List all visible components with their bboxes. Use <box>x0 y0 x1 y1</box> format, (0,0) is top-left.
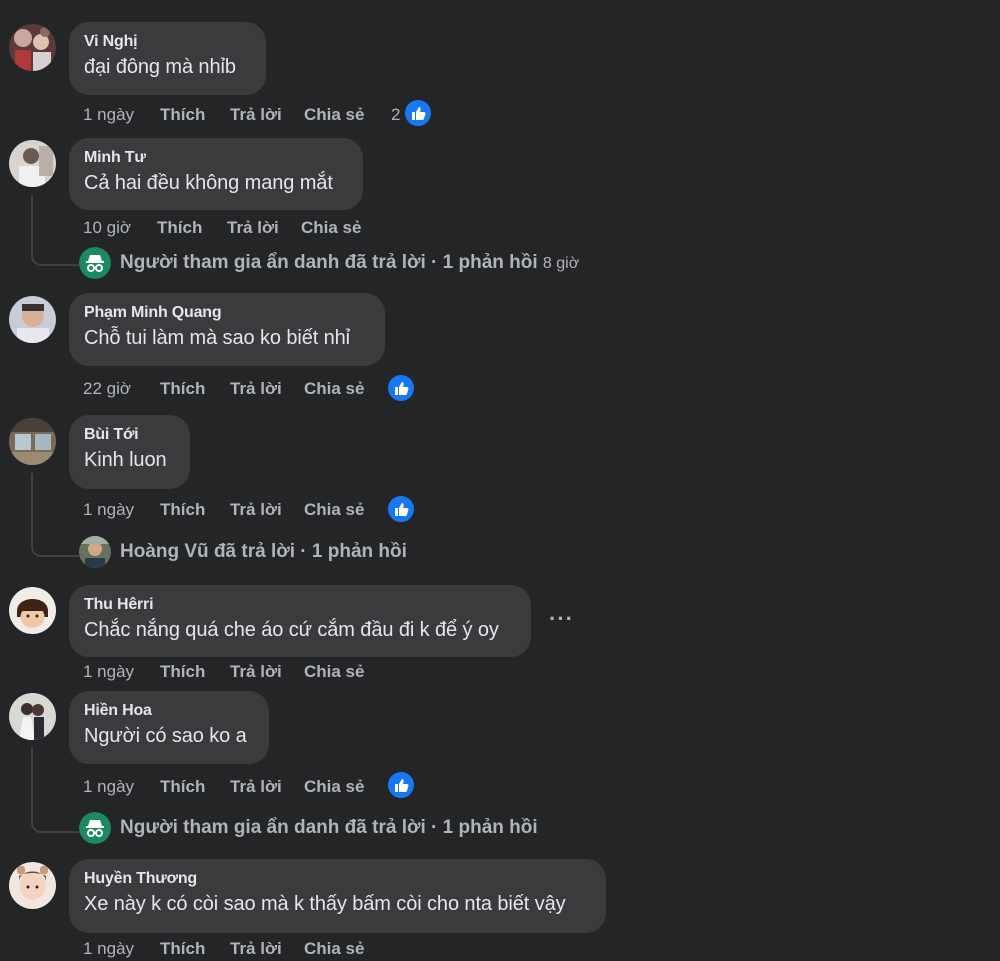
thread-connector <box>31 748 79 833</box>
comment-bubble: Hiền Hoa Người có sao ko a <box>69 691 269 764</box>
comment-author[interactable]: Huyền Thương <box>84 870 197 888</box>
incognito-icon <box>79 812 111 844</box>
reply-button[interactable]: Trả lời <box>230 662 282 682</box>
reaction-count[interactable]: 2 <box>391 105 400 125</box>
comment-text: Chỗ tui làm mà sao ko biết nhỉ <box>84 327 351 349</box>
comment-author[interactable]: Vi Nghị <box>84 33 138 51</box>
comment-time[interactable]: 1 ngày <box>83 105 134 125</box>
like-reaction-icon[interactable] <box>386 770 416 800</box>
reply-button[interactable]: Trả lời <box>230 500 282 520</box>
comment-text: Cả hai đều không mang mắt <box>84 172 333 194</box>
replies-summary[interactable]: Người tham gia ẩn danh đã trả lời · 1 ph… <box>120 252 579 274</box>
comment-time[interactable]: 1 ngày <box>83 777 134 797</box>
like-button[interactable]: Thích <box>160 379 205 399</box>
avatar[interactable] <box>9 693 56 740</box>
comment-time[interactable]: 1 ngày <box>83 500 134 520</box>
more-options-icon[interactable]: ··· <box>549 606 574 632</box>
replies-summary[interactable]: Hoàng Vũ đã trả lời · 1 phản hồi <box>120 541 407 563</box>
comment-text: Kinh luon <box>84 449 167 471</box>
reply-button[interactable]: Trả lời <box>230 777 282 797</box>
comment-list: Vi Nghị đại đông mà nhỉb 1 ngày Thích Tr… <box>0 0 1000 961</box>
avatar[interactable] <box>9 24 56 71</box>
comment-bubble: Vi Nghị đại đông mà nhỉb <box>69 22 266 95</box>
reply-button[interactable]: Trả lời <box>227 218 279 238</box>
comment-text: đại đông mà nhỉb <box>84 56 236 78</box>
incognito-icon <box>79 247 111 279</box>
reply-button[interactable]: Trả lời <box>230 105 282 125</box>
comment-author[interactable]: Hiền Hoa <box>84 702 152 720</box>
like-button[interactable]: Thích <box>160 662 205 682</box>
like-button[interactable]: Thích <box>157 218 202 238</box>
share-button[interactable]: Chia sẻ <box>301 218 361 238</box>
share-button[interactable]: Chia sẻ <box>304 500 364 520</box>
comment-text: Người có sao ko a <box>84 725 247 747</box>
comment-time[interactable]: 22 giờ <box>83 379 131 399</box>
reply-button[interactable]: Trả lời <box>230 939 282 959</box>
comment-bubble: Bùi Tới Kinh luon <box>69 415 190 489</box>
comment-time[interactable]: 1 ngày <box>83 939 134 959</box>
avatar[interactable] <box>9 296 56 343</box>
comment-time[interactable]: 1 ngày <box>83 662 134 682</box>
comment-author[interactable]: Bùi Tới <box>84 426 139 444</box>
comment-author[interactable]: Phạm Minh Quang <box>84 304 222 322</box>
avatar[interactable] <box>9 140 56 187</box>
comment-author[interactable]: Thu Hêrri <box>84 596 154 614</box>
like-button[interactable]: Thích <box>160 939 205 959</box>
reply-time[interactable]: 8 giờ <box>543 255 579 272</box>
comment-text: Xe này k có còi sao mà k thấy bấm còi ch… <box>84 893 566 915</box>
thread-connector <box>31 196 79 266</box>
like-button[interactable]: Thích <box>160 105 205 125</box>
like-reaction-icon[interactable] <box>403 98 433 128</box>
share-button[interactable]: Chia sẻ <box>304 662 364 682</box>
share-button[interactable]: Chia sẻ <box>304 379 364 399</box>
avatar[interactable] <box>9 862 56 909</box>
avatar[interactable] <box>9 587 56 634</box>
share-button[interactable]: Chia sẻ <box>304 777 364 797</box>
comment-bubble: Phạm Minh Quang Chỗ tui làm mà sao ko bi… <box>69 293 385 366</box>
like-button[interactable]: Thích <box>160 777 205 797</box>
like-reaction-icon[interactable] <box>386 373 416 403</box>
comment-bubble: Minh Tư Cả hai đều không mang mắt <box>69 138 363 210</box>
share-button[interactable]: Chia sẻ <box>304 105 364 125</box>
comment-bubble: Thu Hêrri Chắc nắng quá che áo cứ cắm đầ… <box>69 585 531 657</box>
like-reaction-icon[interactable] <box>386 494 416 524</box>
comment-author[interactable]: Minh Tư <box>84 149 146 167</box>
comment-text: Chắc nắng quá che áo cứ cắm đầu đi k để … <box>84 619 499 641</box>
share-button[interactable]: Chia sẻ <box>304 939 364 959</box>
thread-connector <box>31 473 79 557</box>
like-button[interactable]: Thích <box>160 500 205 520</box>
avatar <box>79 536 111 568</box>
comment-bubble: Huyền Thương Xe này k có còi sao mà k th… <box>69 859 606 933</box>
replies-summary[interactable]: Người tham gia ẩn danh đã trả lời · 1 ph… <box>120 817 538 839</box>
comment-time[interactable]: 10 giờ <box>83 218 131 238</box>
avatar[interactable] <box>9 418 56 465</box>
reply-button[interactable]: Trả lời <box>230 379 282 399</box>
